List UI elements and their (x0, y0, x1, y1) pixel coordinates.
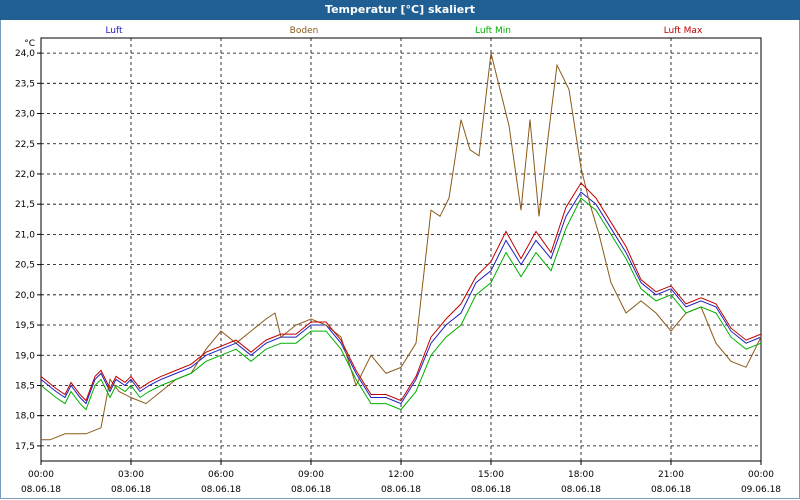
y-tick-label: 20,5 (15, 261, 35, 271)
window-title: Temperatur [°C] skaliert (0, 0, 800, 20)
y-tick-label: 17,5 (15, 442, 35, 452)
x-tick-time: 18:00 (568, 470, 594, 480)
temperature-chart: Luft Boden Luft Min Luft Max 17,5 18,0 18,5 19… (15, 26, 781, 495)
x-tick-time: 15:00 (478, 470, 504, 480)
chart-frame: Luft Boden Luft Min Luft Max 17,5 18,0 18,5 19… (0, 20, 800, 499)
y-tick-label: 22,0 (15, 170, 35, 180)
x-tick-time: 09:00 (298, 470, 324, 480)
app-window: Temperatur [°C] skaliert Luft Boden Luft M… (0, 0, 800, 500)
y-tick-label: 18,5 (15, 381, 35, 391)
y-tick-label: 19,5 (15, 321, 35, 331)
x-axis: 00:00 08.06.18 03:00 08.06.18 06:00 08.06.18 0… (21, 461, 781, 495)
x-tick-time: 06:00 (208, 470, 234, 480)
y-tick-label: 18,0 (15, 412, 35, 422)
x-tick-time: 00:00 (748, 470, 774, 480)
x-tick-date: 08.06.18 (111, 485, 151, 495)
chart-grid (40, 37, 762, 462)
x-tick-date: 08.06.18 (651, 485, 691, 495)
legend-item: Luft (105, 26, 123, 36)
x-tick-time: 00:00 (28, 470, 54, 480)
x-tick-time: 21:00 (658, 470, 684, 480)
x-tick-date: 08.06.18 (471, 485, 511, 495)
x-tick-date: 08.06.18 (21, 485, 61, 495)
x-tick-date: 08.06.18 (561, 485, 601, 495)
x-tick-time: 03:00 (118, 470, 144, 480)
x-tick-date: 09.06.18 (741, 485, 781, 495)
legend-item: Luft Min (475, 26, 511, 36)
y-tick-label: 22,5 (15, 140, 35, 150)
y-tick-label: 19,0 (15, 351, 35, 361)
y-tick-label: 21,5 (15, 200, 35, 210)
y-tick-label: 21,0 (15, 230, 35, 240)
x-tick-date: 08.06.18 (291, 485, 331, 495)
legend-item: Boden (290, 26, 319, 36)
y-tick-label: 20,0 (15, 291, 35, 301)
y-axis: 17,5 18,0 18,5 19,0 19,5 20,0 20,5 21,0 21,5 22,0… (15, 39, 41, 452)
x-tick-date: 08.06.18 (201, 485, 241, 495)
y-tick-label: 23,5 (15, 79, 35, 89)
x-tick-date: 08.06.18 (381, 485, 421, 495)
y-tick-label: 24,0 (15, 49, 35, 59)
y-axis-label: °C (24, 39, 35, 49)
chart-legend: Luft Boden Luft Min Luft Max (105, 26, 703, 36)
legend-item: Luft Max (664, 26, 703, 36)
x-tick-time: 12:00 (388, 470, 414, 480)
y-tick-label: 23,0 (15, 110, 35, 120)
